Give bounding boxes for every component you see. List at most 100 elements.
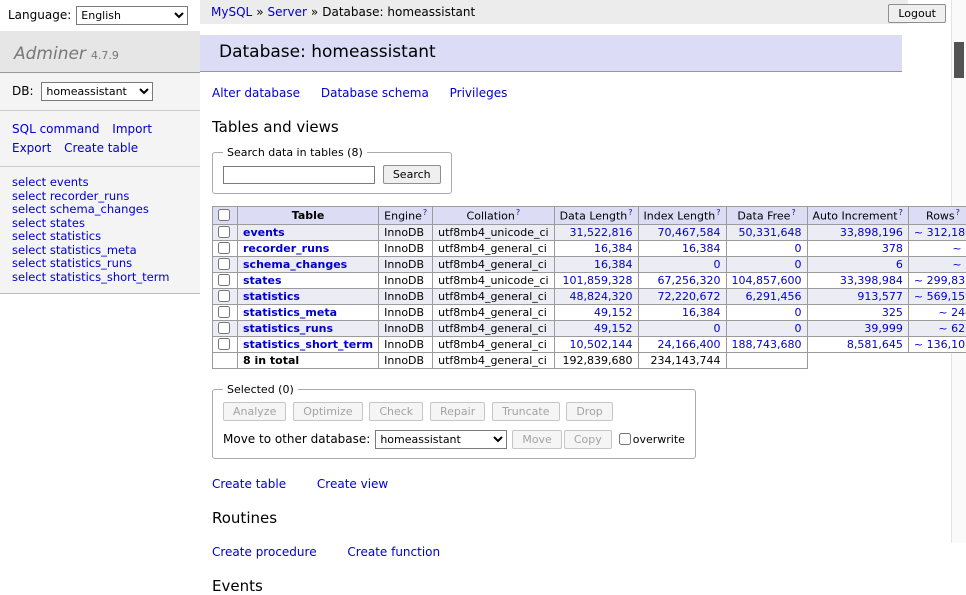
- search-button[interactable]: Search: [383, 165, 441, 184]
- data-length-link[interactable]: 49,152: [594, 306, 633, 319]
- select-all-checkbox[interactable]: [218, 209, 230, 221]
- table-name-link[interactable]: schema_changes: [243, 258, 347, 271]
- column-header-data-length[interactable]: Data Length?: [554, 207, 638, 225]
- data-free-link[interactable]: 6,291,456: [746, 290, 802, 303]
- data-length-link[interactable]: 16,384: [594, 242, 633, 255]
- table-name-link[interactable]: events: [243, 226, 285, 239]
- data-length-link[interactable]: 48,824,320: [570, 290, 633, 303]
- column-header-engine[interactable]: Engine?: [379, 207, 433, 225]
- index-length-link[interactable]: 72,220,672: [658, 290, 721, 303]
- repair-button[interactable]: Repair: [430, 402, 485, 421]
- help-icon[interactable]: ?: [516, 208, 520, 217]
- adminer-logo-link[interactable]: Adminer: [14, 44, 86, 64]
- table-name-link[interactable]: states: [243, 274, 282, 287]
- row-checkbox[interactable]: [218, 322, 230, 334]
- index-length-link[interactable]: 67,256,320: [658, 274, 721, 287]
- data-length-link[interactable]: 31,522,816: [570, 226, 633, 239]
- check-button[interactable]: Check: [369, 402, 423, 421]
- row-checkbox[interactable]: [218, 274, 230, 286]
- data-length-link[interactable]: 16,384: [594, 258, 633, 271]
- copy-button[interactable]: Copy: [564, 430, 612, 449]
- database-schema-link[interactable]: Database schema: [321, 86, 429, 100]
- rows-count-link[interactable]: ~ 628: [938, 322, 966, 335]
- db-select[interactable]: homeassistant: [41, 82, 153, 101]
- move-db-select[interactable]: homeassistant: [375, 430, 507, 449]
- sidebar-table-link[interactable]: select statistics_meta: [12, 244, 188, 258]
- data-free-link[interactable]: 104,857,600: [732, 274, 802, 287]
- sidebar-table-link[interactable]: select statistics_short_term: [12, 271, 188, 285]
- rows-count-link[interactable]: ~ 569,159: [914, 290, 966, 303]
- row-checkbox[interactable]: [218, 242, 230, 254]
- rows-count-link[interactable]: ~ 312,180: [914, 226, 966, 239]
- auto-increment-link[interactable]: 325: [882, 306, 903, 319]
- column-header-auto-increment[interactable]: Auto Increment?: [807, 207, 908, 225]
- move-button[interactable]: Move: [512, 430, 562, 449]
- sidebar-table-link[interactable]: select statistics_runs: [12, 257, 188, 271]
- sidebar-link-import[interactable]: Import: [112, 122, 152, 136]
- data-free-link[interactable]: 0: [795, 242, 802, 255]
- help-icon[interactable]: ?: [956, 208, 960, 217]
- row-checkbox[interactable]: [218, 338, 230, 350]
- drop-button[interactable]: Drop: [566, 402, 612, 421]
- column-header-data-free[interactable]: Data Free?: [726, 207, 807, 225]
- rows-count-link[interactable]: ~ 136,108: [914, 338, 966, 351]
- sidebar-table-link[interactable]: select statistics: [12, 230, 188, 244]
- analyze-button[interactable]: Analyze: [223, 402, 286, 421]
- rows-count-link[interactable]: ~ 5: [952, 242, 966, 255]
- help-icon[interactable]: ?: [791, 208, 795, 217]
- data-length-link[interactable]: 10,502,144: [570, 338, 633, 351]
- search-input[interactable]: [223, 166, 375, 184]
- data-length-link[interactable]: 49,152: [594, 322, 633, 335]
- column-header-index-length[interactable]: Index Length?: [638, 207, 726, 225]
- auto-increment-link[interactable]: 33,398,984: [840, 274, 903, 287]
- index-length-link[interactable]: 0: [714, 322, 721, 335]
- truncate-button[interactable]: Truncate: [492, 402, 559, 421]
- auto-increment-link[interactable]: 33,898,196: [840, 226, 903, 239]
- row-checkbox[interactable]: [218, 226, 230, 238]
- data-free-link[interactable]: 0: [795, 322, 802, 335]
- auto-increment-link[interactable]: 378: [882, 242, 903, 255]
- breadcrumb-link-server[interactable]: Server: [268, 5, 307, 19]
- row-checkbox[interactable]: [218, 290, 230, 302]
- data-free-link[interactable]: 50,331,648: [739, 226, 802, 239]
- overwrite-checkbox[interactable]: [619, 433, 631, 445]
- create-view-link[interactable]: Create view: [317, 477, 388, 491]
- help-icon[interactable]: ?: [628, 208, 632, 217]
- optimize-button[interactable]: Optimize: [293, 402, 362, 421]
- scrollbar-thumb[interactable]: [954, 42, 964, 78]
- rows-count-link[interactable]: ~ 244: [938, 306, 966, 319]
- table-name-link[interactable]: statistics_short_term: [243, 338, 373, 351]
- logout-button[interactable]: Logout: [888, 4, 946, 23]
- sidebar-link-create-table[interactable]: Create table: [64, 141, 138, 155]
- sidebar-table-link[interactable]: select states: [12, 217, 188, 231]
- column-header-collation[interactable]: Collation?: [433, 207, 554, 225]
- table-name-link[interactable]: statistics_meta: [243, 306, 337, 319]
- help-icon[interactable]: ?: [423, 208, 427, 217]
- help-icon[interactable]: ?: [716, 208, 720, 217]
- alter-database-link[interactable]: Alter database: [212, 86, 300, 100]
- sidebar-table-link[interactable]: select recorder_runs: [12, 190, 188, 204]
- sidebar-table-link[interactable]: select schema_changes: [12, 203, 188, 217]
- sidebar-table-link[interactable]: select events: [12, 176, 188, 190]
- row-checkbox[interactable]: [218, 258, 230, 270]
- privileges-link[interactable]: Privileges: [450, 86, 508, 100]
- data-free-link[interactable]: 0: [795, 306, 802, 319]
- create-function-link[interactable]: Create function: [347, 545, 440, 559]
- row-checkbox[interactable]: [218, 306, 230, 318]
- create-table-link[interactable]: Create table: [212, 477, 286, 491]
- table-name-link[interactable]: recorder_runs: [243, 242, 329, 255]
- table-name-link[interactable]: statistics_runs: [243, 322, 333, 335]
- auto-increment-link[interactable]: 6: [896, 258, 903, 271]
- language-select[interactable]: English: [76, 6, 188, 25]
- column-header-table[interactable]: Table: [238, 207, 379, 225]
- auto-increment-link[interactable]: 8,581,645: [847, 338, 903, 351]
- data-free-link[interactable]: 188,743,680: [732, 338, 802, 351]
- table-name-link[interactable]: statistics: [243, 290, 300, 303]
- rows-count-link[interactable]: ~ 3: [952, 258, 966, 271]
- data-length-link[interactable]: 101,859,328: [563, 274, 633, 287]
- index-length-link[interactable]: 16,384: [682, 306, 721, 319]
- overwrite-label-wrap[interactable]: overwrite: [619, 433, 685, 446]
- index-length-link[interactable]: 0: [714, 258, 721, 271]
- help-icon[interactable]: ?: [899, 208, 903, 217]
- breadcrumb-link-mysql[interactable]: MySQL: [211, 5, 252, 19]
